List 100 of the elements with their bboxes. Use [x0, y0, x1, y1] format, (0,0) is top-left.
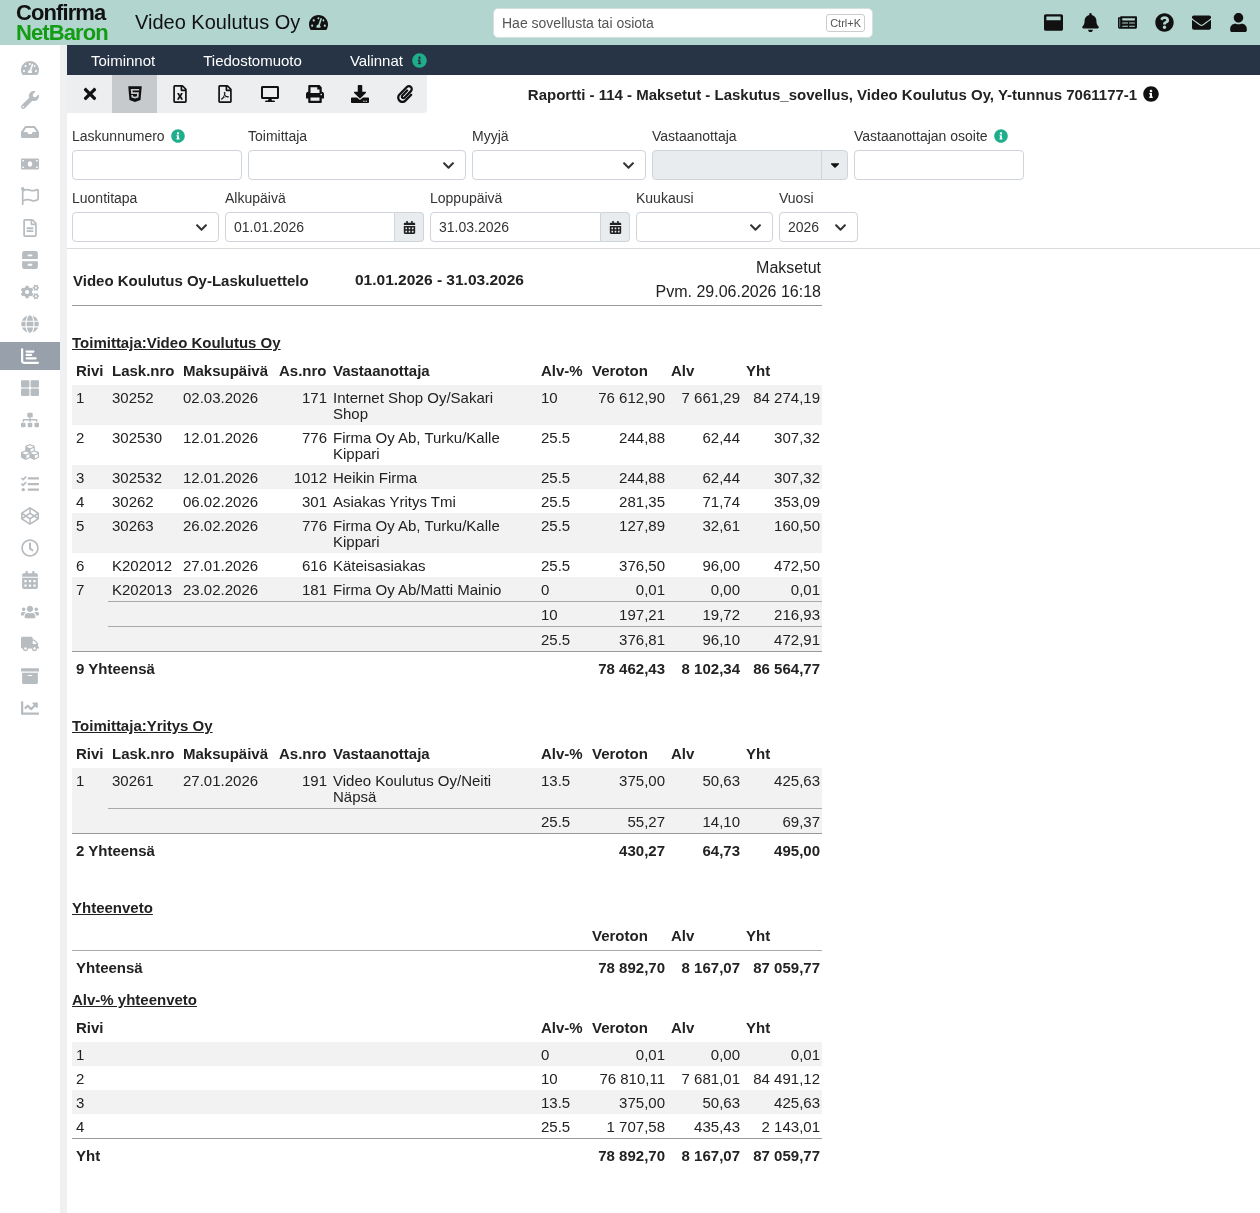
menu-item[interactable]: Tiedostomuoto	[179, 45, 326, 75]
date-field[interactable]: 31.03.2026	[430, 212, 601, 242]
input-field[interactable]	[72, 150, 242, 180]
total-cell-text: 87 059,77	[752, 958, 821, 978]
table-cell-text: 62,44	[701, 468, 741, 488]
table-cell-text: 30252	[111, 388, 155, 408]
table-cell-text: 13.5	[540, 771, 572, 791]
calendar-icon	[402, 220, 416, 234]
bar-chart-icon	[21, 347, 39, 365]
select-field[interactable]	[248, 150, 466, 180]
table-cell-text: Firma Oy Ab, Turku/Kalle Kippari	[332, 428, 501, 464]
table-cell-text: 181	[300, 580, 328, 600]
table-cell-text: 0,01	[634, 580, 666, 600]
table-cell-text: 25.5	[540, 1117, 572, 1137]
table-cell: 96,10	[667, 626, 742, 651]
table-cell-text: 0,01	[634, 1045, 666, 1065]
field-label: Toimittaja	[248, 128, 308, 144]
calendar-button[interactable]	[601, 212, 630, 242]
globe-icon	[21, 315, 39, 333]
grid-icon	[21, 379, 39, 397]
cubes-icon	[21, 443, 39, 461]
report-title: Video Koulutus Oy-Laskuluettelo	[72, 271, 310, 289]
mail-icon[interactable]	[1192, 13, 1211, 32]
user-icon[interactable]	[1229, 13, 1248, 32]
table-cell: 216,93	[742, 601, 822, 626]
table-cell-text: 26.02.2026	[182, 516, 260, 536]
total-cell-text: 78 892,70	[597, 1146, 666, 1166]
field-label: Vastaanottaja	[652, 128, 737, 144]
select-field[interactable]	[636, 212, 773, 242]
report-date: Pvm. 29.06.2026 16:18	[655, 282, 821, 302]
column-header: Yht	[745, 1018, 772, 1038]
select-field[interactable]	[472, 150, 646, 180]
field-label: Kuukausi	[636, 190, 694, 206]
table-cell-text: 25.5	[540, 556, 572, 576]
sidebar-item[interactable]	[0, 342, 60, 370]
notifications-icon[interactable]	[1081, 13, 1100, 32]
info-icon[interactable]	[1143, 86, 1160, 102]
table-cell-text: 776	[300, 516, 328, 536]
menu-item[interactable]: Valinnat	[325, 45, 451, 75]
field-label: Vastaanottajan osoite	[854, 128, 988, 144]
column-header: Veroton	[591, 926, 649, 946]
menu-item[interactable]: Toiminnot	[67, 45, 180, 75]
table-cell-text: 25.5	[540, 468, 572, 488]
table-cell-text: 302532	[111, 468, 164, 488]
report-period: 01.01.2026 - 31.03.2026	[355, 271, 524, 289]
select-field[interactable]	[72, 212, 219, 242]
table-cell-text: 30261	[111, 771, 155, 791]
column-header: Maksupäivä	[182, 744, 270, 764]
table-cell-text: 12.01.2026	[182, 428, 260, 448]
table-cell-text: 84 274,19	[752, 388, 821, 408]
table-cell-text: 0,00	[709, 1045, 741, 1065]
field-label: Vuosi	[779, 190, 814, 206]
field-label: Loppupäivä	[430, 190, 503, 206]
section-heading: Toimittaja:Yritys Oy	[72, 717, 213, 735]
html-button[interactable]	[112, 75, 157, 113]
input-field[interactable]	[854, 150, 1024, 180]
table-cell: 10	[537, 601, 588, 626]
table-cell-text: Asiakas Yritys Tmi	[332, 492, 457, 512]
total-cell-text: 8 102,34	[680, 659, 741, 679]
gauge-icon[interactable]	[309, 13, 329, 32]
gauge-icon	[21, 59, 39, 77]
newspaper-icon[interactable]	[1118, 13, 1137, 32]
column-header: Alv-%	[540, 744, 584, 764]
column-header: Alv	[670, 1018, 696, 1038]
table-cell-text: Firma Oy Ab/Matti Mainio	[332, 580, 503, 600]
column-header: Veroton	[591, 361, 649, 381]
total-cell-text: 64,73	[701, 841, 741, 861]
window-icon[interactable]	[1044, 13, 1063, 32]
table-cell-text: 62,44	[701, 428, 741, 448]
column-header: Alv	[670, 744, 696, 764]
help-icon[interactable]	[1155, 13, 1174, 32]
column-header: Alv	[670, 926, 696, 946]
table-cell-text: 0,00	[709, 580, 741, 600]
table-cell-text: 7	[75, 580, 86, 600]
select-field[interactable]: 2026	[779, 212, 858, 242]
calendar-button[interactable]	[395, 212, 424, 242]
column-header: Maksupäivä	[182, 361, 270, 381]
column-header: Vastaanottaja	[332, 744, 431, 764]
table-cell-text: 96,00	[701, 556, 741, 576]
inbox-icon	[21, 123, 39, 141]
date-field[interactable]: 01.01.2026	[225, 212, 395, 242]
table-cell-text: 0,01	[789, 580, 821, 600]
calendar-icon	[608, 220, 622, 234]
hierarchy-icon	[21, 411, 39, 429]
table-cell-text: 1	[75, 1045, 86, 1065]
table-cell-text: 71,74	[701, 492, 741, 512]
column-header: As.nro	[278, 744, 328, 764]
table-cell-text: 171	[300, 388, 328, 408]
table-cell-text: 84 491,12	[752, 1069, 821, 1089]
table-cell-text: 30263	[111, 516, 155, 536]
table-cell-text: 2 143,01	[760, 1117, 821, 1137]
table-cell-text: Firma Oy Ab, Turku/Kalle Kippari	[332, 516, 501, 552]
table-cell-text: 27.01.2026	[182, 556, 260, 576]
table-cell-text: 25.5	[540, 428, 572, 448]
column-header: Alv-%	[540, 1018, 584, 1038]
table-cell-text: 27.01.2026	[182, 771, 260, 791]
section-heading: Yhteenveto	[72, 899, 153, 917]
table-cell-text: 0,01	[789, 1045, 821, 1065]
total-cell-text: 87 059,77	[752, 1146, 821, 1166]
table-cell-text: 191	[300, 771, 328, 791]
